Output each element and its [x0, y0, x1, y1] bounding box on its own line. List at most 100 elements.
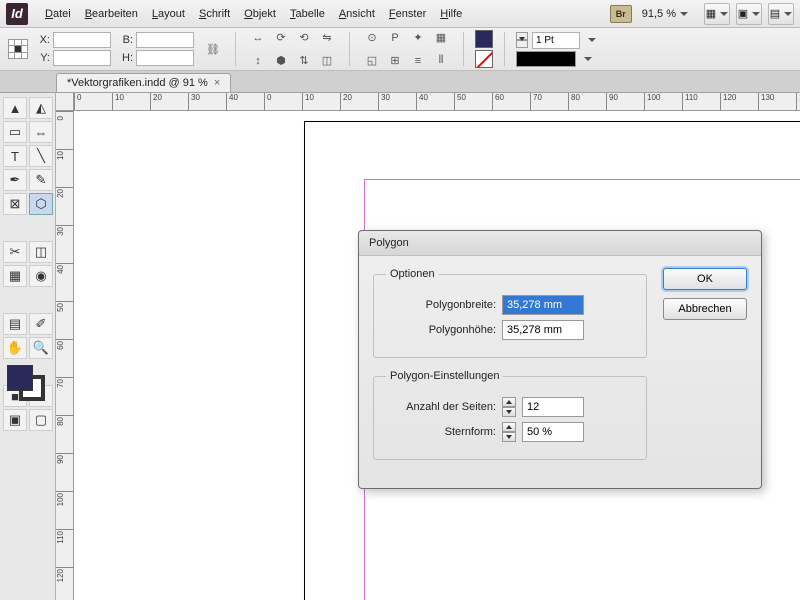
direct-selection-tool[interactable]: ◭: [29, 97, 53, 119]
polygon-tool[interactable]: ⬡: [29, 193, 53, 215]
zoom-tool[interactable]: 🔍: [29, 337, 53, 359]
options-legend: Optionen: [386, 268, 439, 280]
stroke-weight-input[interactable]: [532, 32, 580, 49]
pen-tool[interactable]: ✒: [3, 169, 27, 191]
menu-label: abelle: [295, 8, 324, 20]
stroke-weight-stepper[interactable]: [516, 32, 528, 48]
line-tool[interactable]: ╲: [29, 145, 53, 167]
vertical-ruler[interactable]: 0102030405060708090100110120130: [56, 111, 74, 600]
sides-stepper[interactable]: [502, 397, 516, 417]
y-input[interactable]: [53, 50, 111, 66]
options-fieldset: Optionen Polygonbreite: Polygonhöhe:: [373, 268, 647, 358]
distribute-icon[interactable]: ⦀: [430, 50, 452, 72]
menu-ansicht[interactable]: Ansicht: [332, 4, 382, 24]
page-tool[interactable]: ▭: [3, 121, 27, 143]
divider: [349, 32, 350, 66]
polygon-dialog: Polygon Optionen Polygonbreite: Polygonh…: [358, 230, 762, 489]
polygon-width-label: Polygonbreite:: [386, 299, 496, 311]
pencil-tool[interactable]: ✎: [29, 169, 53, 191]
x-input[interactable]: [53, 32, 111, 48]
star-stepper[interactable]: [502, 422, 516, 442]
dialog-title: Polygon: [359, 231, 761, 256]
rotate-icon[interactable]: ⟳: [270, 27, 292, 49]
fill-swatch-large[interactable]: [7, 365, 33, 391]
transform-group: ↔ ⟳ ⟲ ⇋ ↕ ⬢ ⇅ ◫: [247, 27, 338, 72]
note-tool[interactable]: ▤: [3, 313, 27, 335]
stroke-style-preview[interactable]: [516, 51, 576, 67]
fill-stroke-widget[interactable]: [3, 365, 53, 403]
horizontal-ruler[interactable]: 0102030400102030405060708090100110120130…: [74, 93, 800, 111]
pathfinder-group: ⊙ P ✦ ▦ ◱ ⊞ ≡ ⦀: [361, 27, 452, 72]
menu-label: bjekt: [253, 8, 276, 20]
cancel-button[interactable]: Abbrechen: [663, 298, 747, 320]
rectangle-frame-tool[interactable]: ⊠: [3, 193, 27, 215]
screen-icon: ▦: [706, 7, 716, 20]
control-bar: X: Y: B: H: ⛓ ↔ ⟳ ⟲ ⇋ ↕ ⬢ ⇅ ◫ ⊙ P ✦ ▦ ◱ …: [0, 28, 800, 71]
preview-view-tool[interactable]: ▢: [29, 409, 53, 431]
selection-tool[interactable]: ▲: [3, 97, 27, 119]
y-label: Y:: [36, 52, 50, 64]
eyedropper-tool[interactable]: ✐: [29, 313, 53, 335]
star-input[interactable]: [522, 422, 584, 442]
align-icon[interactable]: ≡: [407, 50, 429, 72]
reference-point[interactable]: [8, 39, 28, 59]
type-tool[interactable]: T: [3, 145, 27, 167]
select-content-icon[interactable]: ⊙: [361, 27, 383, 49]
menu-layout[interactable]: Layout: [145, 4, 192, 24]
polygon-width-input[interactable]: [502, 295, 584, 315]
bridge-badge[interactable]: Br: [610, 5, 632, 23]
h-label: H:: [119, 52, 133, 64]
x-label: X:: [36, 34, 50, 46]
zoom-level[interactable]: 91,5 %: [638, 6, 692, 22]
scale-x-icon[interactable]: ↔: [247, 27, 269, 49]
menu-objekt[interactable]: Objekt: [237, 4, 283, 24]
position-group: X: Y:: [36, 32, 111, 66]
corners-icon[interactable]: ◱: [361, 50, 383, 72]
b-label: B:: [119, 34, 133, 46]
scissors-tool[interactable]: ✂: [3, 241, 27, 263]
divider: [463, 32, 464, 66]
menu-label: ilfe: [448, 8, 462, 20]
menu-datei[interactable]: Datei: [38, 4, 78, 24]
close-icon[interactable]: ×: [214, 77, 220, 89]
chevron-down-icon: [720, 12, 728, 16]
gradient-feather-tool[interactable]: ◉: [29, 265, 53, 287]
polygon-height-input[interactable]: [502, 320, 584, 340]
ok-button[interactable]: OK: [663, 268, 747, 290]
chevron-down-icon[interactable]: [584, 57, 592, 61]
ruler-corner: [56, 93, 74, 111]
flip-h-icon[interactable]: ⇋: [316, 27, 338, 49]
stroke-none-swatch[interactable]: [475, 50, 493, 68]
height-input[interactable]: [136, 50, 194, 66]
fill-swatch[interactable]: [475, 30, 493, 48]
arrange-icon: ▣: [738, 7, 748, 20]
hand-tool[interactable]: ✋: [3, 337, 27, 359]
fit-icon[interactable]: ⊞: [384, 50, 406, 72]
arrange-button[interactable]: ▣: [736, 3, 762, 25]
normal-view-tool[interactable]: ▣: [3, 409, 27, 431]
sides-input[interactable]: [522, 397, 584, 417]
menu-fenster[interactable]: Fenster: [382, 4, 433, 24]
workspace-button[interactable]: ▤: [768, 3, 794, 25]
free-transform-tool[interactable]: ◫: [29, 241, 53, 263]
flip-v-icon[interactable]: ⇅: [293, 50, 315, 72]
gradient-swatch-tool[interactable]: ▦: [3, 265, 27, 287]
divider: [235, 32, 236, 66]
type-on-path-icon[interactable]: P: [384, 27, 406, 49]
gap-tool[interactable]: ⇔: [29, 121, 53, 143]
menu-schrift[interactable]: Schrift: [192, 4, 237, 24]
constrain-icon[interactable]: ⛓: [202, 38, 224, 60]
shear-icon[interactable]: ⬢: [270, 50, 292, 72]
effects-icon[interactable]: ✦: [407, 27, 429, 49]
wrap-icon[interactable]: ▦: [430, 27, 452, 49]
width-input[interactable]: [136, 32, 194, 48]
document-tab[interactable]: *Vektorgrafiken.indd @ 91 % ×: [56, 73, 231, 92]
select-container-icon[interactable]: ◫: [316, 50, 338, 72]
rotate-ccw-icon[interactable]: ⟲: [293, 27, 315, 49]
screen-mode-button[interactable]: ▦: [704, 3, 730, 25]
menu-hilfe[interactable]: Hilfe: [433, 4, 469, 24]
chevron-down-icon[interactable]: [588, 38, 596, 42]
scale-y-icon[interactable]: ↕: [247, 50, 269, 72]
menu-tabelle[interactable]: Tabelle: [283, 4, 332, 24]
menu-bearbeiten[interactable]: Bearbeiten: [78, 4, 145, 24]
